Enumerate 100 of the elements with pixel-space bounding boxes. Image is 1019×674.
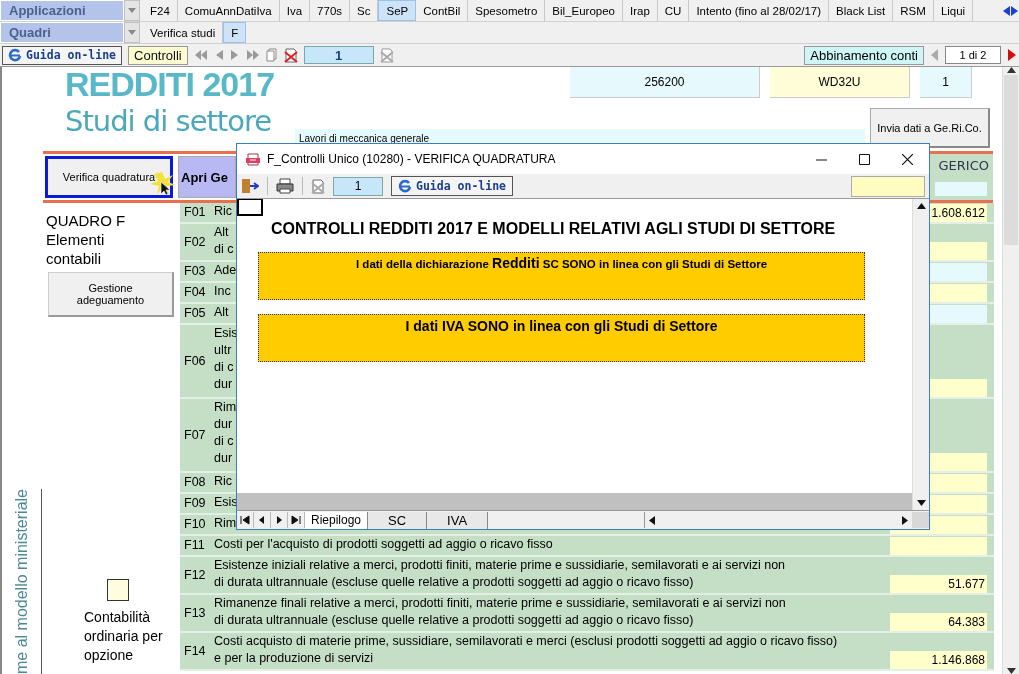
record-field[interactable]: 1: [303, 46, 374, 64]
amount-field[interactable]: 64.383: [890, 613, 987, 631]
row-code: F05: [183, 305, 207, 322]
scrollbar-corner: [912, 512, 929, 528]
first-sheet-icon[interactable]: [240, 515, 250, 525]
menu-tab[interactable]: Liqui: [933, 0, 974, 21]
menu-tab[interactable]: ComuAnnDatiIva: [177, 0, 280, 21]
dropdown-arrow-icon[interactable]: [128, 30, 136, 35]
delete-icon[interactable]: [311, 178, 325, 194]
report-heading: CONTROLLI REDDITI 2017 E MODELLI RELATIVI AGLI STUDI DI SETTORE: [271, 220, 837, 238]
input-field[interactable]: [851, 175, 925, 197]
row-label: di c: [214, 359, 234, 376]
scroll-left-icon[interactable]: [1003, 5, 1010, 16]
help-button[interactable]: Guida on-line: [2, 45, 122, 65]
controls-button[interactable]: Controlli: [128, 45, 188, 65]
adjustment-button[interactable]: Gestione adeguamento: [48, 272, 174, 317]
send-data-button[interactable]: Invia dati a Ge.Ri.Co.: [870, 108, 990, 148]
row-code: F04: [183, 284, 207, 301]
module-selector[interactable]: Quadri: [0, 22, 124, 43]
sheet-tab[interactable]: SC: [368, 511, 428, 529]
delete-icon[interactable]: [283, 47, 298, 63]
menu-tab[interactable]: ContBil: [416, 0, 469, 21]
sheet-tab[interactable]: IVA: [427, 511, 489, 529]
menu-tab[interactable]: F: [223, 22, 247, 43]
help-button[interactable]: Guida on-line: [391, 176, 513, 196]
menu-tab[interactable]: CU: [657, 0, 690, 21]
next-page-icon[interactable]: [1007, 48, 1017, 62]
scroll-right-icon[interactable]: [902, 515, 908, 525]
row-label: Alt: [214, 304, 229, 321]
row-label: Ric: [214, 203, 233, 220]
menu-tab[interactable]: Intento (fino al 28/02/17): [689, 0, 830, 21]
row-label: Esis: [214, 325, 238, 342]
row-label: di durata ultrannuale (escluse quelle relative a prodotti soggetti ad aggio o ricavo fisso): [214, 612, 694, 629]
clear-icon[interactable]: [379, 47, 394, 63]
module-selector[interactable]: Applicazioni: [0, 0, 124, 21]
header-field: 1: [920, 67, 972, 98]
sheet-tab[interactable]: Riepilogo: [305, 511, 369, 529]
close-icon[interactable]: [902, 153, 913, 165]
copy-icon[interactable]: [265, 48, 278, 62]
amount-field[interactable]: 1.146.868: [890, 651, 987, 669]
amount-field[interactable]: [890, 537, 987, 555]
option-checkbox[interactable]: [107, 579, 129, 601]
last-page-icon[interactable]: [245, 48, 260, 62]
menu-tab[interactable]: SeP: [378, 0, 417, 21]
page-indicator: 1 di 2: [945, 46, 1001, 64]
scroll-left-icon[interactable]: [649, 515, 655, 525]
side-caption: me al modello ministeriale: [12, 489, 31, 674]
menu-tab[interactable]: Spesometro: [468, 0, 546, 21]
menu-tab[interactable]: Bil_Europeo: [545, 0, 623, 21]
row-label: Rim: [214, 515, 237, 532]
row-code: F09: [183, 495, 207, 512]
row-code: F10: [183, 516, 207, 533]
row-label: Rim: [214, 399, 237, 416]
row-label: di c: [214, 433, 234, 450]
verify-button[interactable]: Verifica quadratura: [45, 156, 173, 198]
menu-tab[interactable]: RSM: [893, 0, 934, 21]
scroll-down-icon[interactable]: [916, 500, 926, 506]
row-label: di c: [214, 241, 234, 258]
result-message: I dati IVA SONO in linea con gli Studi di Settore: [258, 314, 865, 362]
row-label: Esis: [214, 494, 238, 511]
column-header: GERICO: [938, 158, 990, 173]
row-label: ultr: [214, 342, 232, 359]
link-accounts-button[interactable]: Abbinamento conti: [804, 45, 924, 65]
menu-tab[interactable]: F24: [143, 0, 178, 21]
browser-icon: [8, 48, 22, 62]
row-code: F14: [183, 642, 207, 660]
dialog-title: F_Controlli Unico (10280) - VERIFICA QUADRATURA: [267, 152, 556, 166]
amount-field[interactable]: 51.677: [890, 575, 987, 593]
first-page-icon[interactable]: [193, 48, 208, 62]
menu-tab[interactable]: 770s: [310, 0, 351, 21]
next-icon[interactable]: [229, 48, 240, 62]
row-label: di durata ultrannuale (escluse quelle relative a prodotti soggetti ad aggio o ricavo fisso): [214, 574, 694, 591]
open-button[interactable]: Apri Ge: [178, 156, 236, 198]
row-label: Alt: [214, 224, 229, 241]
row-code: F06: [183, 352, 207, 370]
row-label: Ric: [214, 473, 233, 490]
printer-icon[interactable]: [276, 178, 294, 194]
row-code: F01: [183, 204, 207, 221]
form-subtitle: Studi di settore: [64, 103, 273, 140]
header-field: [935, 182, 987, 196]
menu-tab[interactable]: Irap: [622, 0, 658, 21]
menu-tab[interactable]: Iva: [279, 0, 311, 21]
scroll-down-icon[interactable]: [1006, 668, 1016, 674]
section-title: QUADRO F Elementi contabili: [46, 211, 127, 268]
row-code: F03: [183, 263, 207, 280]
menu-tab[interactable]: Black List: [829, 0, 894, 21]
maximize-icon[interactable]: [859, 153, 870, 165]
row-label: Costi per l'acquisto di prodotti soggetti ad aggio o ricavo fisso: [214, 536, 553, 553]
last-sheet-icon[interactable]: [291, 515, 301, 525]
dropdown-arrow-icon[interactable]: [128, 8, 136, 13]
scroll-right-icon[interactable]: [1011, 5, 1018, 16]
row-label: Ade: [214, 262, 237, 279]
row-code: F02: [183, 233, 207, 251]
form-icon: [245, 151, 261, 167]
row-code: F13: [183, 604, 207, 622]
record-field[interactable]: 1: [333, 176, 383, 196]
row-code: F07: [183, 426, 207, 444]
row-label: Costi acquisto di materie prime, sussidiare, semilavorati e merci (esclusi prodotti soggetti ad aggio o ricavo fisso): [214, 633, 838, 650]
exit-icon[interactable]: [241, 178, 259, 194]
header-field: WD32U: [770, 67, 910, 98]
